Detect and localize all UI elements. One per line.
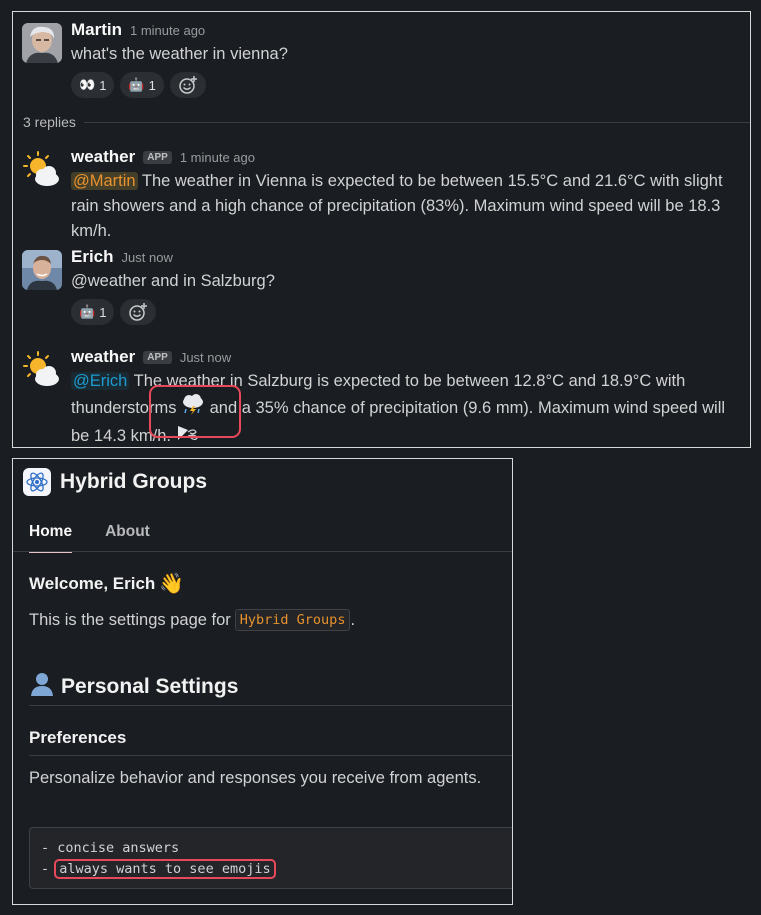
message-body: Erich Just now @weather and in Salzburg?… [71, 247, 742, 325]
replies-count[interactable]: 3 replies [23, 114, 76, 130]
author-name[interactable]: weather [71, 347, 135, 367]
reactions-bar: 👀 1 🤖 1 [71, 72, 742, 98]
reaction-count: 1 [148, 77, 156, 93]
message-body: Martin 1 minute ago what's the weather i… [71, 20, 742, 98]
robot-icon: 🤖 [79, 304, 96, 319]
reaction-robot[interactable]: 🤖 1 [120, 72, 164, 98]
user-mention[interactable]: @Martin [71, 172, 138, 190]
tabs-divider [13, 551, 512, 552]
app-name-code: Hybrid Groups [234, 609, 351, 631]
replies-divider: 3 replies [23, 113, 750, 131]
message-text: @Martin The weather in Vienna is expecte… [71, 169, 742, 244]
message-weather-salzburg[interactable]: weather APP Just now @Erich The weather … [22, 347, 742, 445]
message-header: weather APP Just now [71, 347, 742, 369]
subsection-divider [29, 755, 512, 756]
subsection-title: Preferences [29, 728, 127, 747]
reaction-count: 1 [99, 304, 107, 320]
intro-end: . [350, 610, 356, 629]
eyes-icon: 👀 [79, 77, 96, 92]
waving-hand-icon: 👋 [159, 573, 185, 595]
avatar-martin[interactable] [22, 23, 62, 63]
reactions-bar: 🤖 1 [71, 299, 742, 325]
message-martin[interactable]: Martin 1 minute ago what's the weather i… [22, 20, 742, 109]
message-body: weather APP Just now @Erich The weather … [71, 347, 742, 447]
add-reaction-button[interactable] [169, 72, 206, 98]
author-name[interactable]: Erich [71, 247, 114, 267]
preferences-code-block[interactable]: - concise answers - always wants to see … [29, 827, 512, 889]
welcome-text: Welcome, Erich [29, 573, 156, 593]
tab-home[interactable]: Home [29, 523, 73, 553]
preferences-description: Personalize behavior and responses you r… [29, 769, 482, 787]
timestamp[interactable]: 1 minute ago [180, 150, 255, 165]
app-home-panel: Hybrid Groups Home About Welcome, Erich … [12, 458, 513, 905]
weather-avatar[interactable] [22, 350, 62, 390]
atom-icon[interactable] [23, 468, 51, 496]
divider-line [83, 121, 750, 123]
message-header: Erich Just now [71, 247, 742, 269]
preference-line-2: always wants to see emojis [54, 859, 276, 879]
timestamp[interactable]: Just now [180, 350, 231, 365]
section-heading: Personal Settings [29, 671, 238, 703]
preference-line-1: - concise answers [41, 840, 180, 856]
author-name[interactable]: weather [71, 147, 135, 167]
section-divider [29, 705, 512, 706]
intro-text: This is the settings page for [29, 610, 231, 629]
message-text: @Erich The weather in Salzburg is expect… [71, 369, 742, 447]
reaction-robot[interactable]: 🤖 1 [71, 299, 115, 325]
intro-paragraph: This is the settings page for Hybrid Gro… [29, 609, 355, 631]
message-weather-vienna[interactable]: weather APP 1 minute ago @Martin The wea… [22, 147, 742, 240]
welcome-heading: Welcome, Erich 👋 [29, 571, 184, 596]
thread-panel: Martin 1 minute ago what's the weather i… [12, 11, 751, 448]
storm-icon [181, 394, 205, 424]
app-header: Hybrid Groups [23, 467, 207, 497]
message-text: what's the weather in vienna? [71, 45, 288, 63]
message-body: weather APP 1 minute ago @Martin The wea… [71, 147, 742, 244]
tab-bar: Home About [29, 523, 150, 553]
timestamp[interactable]: 1 minute ago [130, 23, 205, 38]
section-title: Personal Settings [61, 675, 239, 698]
add-emoji-icon [179, 76, 197, 94]
app-title: Hybrid Groups [60, 470, 208, 493]
message-content: The weather in Vienna is expected to be … [71, 172, 723, 240]
reaction-eyes[interactable]: 👀 1 [71, 72, 115, 98]
robot-icon: 🤖 [128, 77, 145, 92]
weather-avatar[interactable] [22, 150, 62, 190]
reaction-count: 1 [99, 77, 107, 93]
timestamp[interactable]: Just now [122, 250, 173, 265]
message-header: weather APP 1 minute ago [71, 147, 742, 169]
wind-icon [176, 424, 200, 447]
tab-about[interactable]: About [105, 523, 150, 553]
add-emoji-icon [129, 303, 148, 321]
add-reaction-button[interactable] [120, 299, 157, 325]
message-header: Martin 1 minute ago [71, 20, 742, 42]
message-erich[interactable]: Erich Just now @weather and in Salzburg?… [22, 247, 742, 330]
app-badge: APP [143, 151, 172, 164]
app-badge: APP [143, 351, 172, 364]
author-name[interactable]: Martin [71, 20, 122, 40]
message-text: @weather and in Salzburg? [71, 272, 275, 290]
user-mention[interactable]: @Erich [71, 372, 130, 390]
person-icon [29, 671, 55, 703]
avatar-erich[interactable] [22, 250, 62, 290]
